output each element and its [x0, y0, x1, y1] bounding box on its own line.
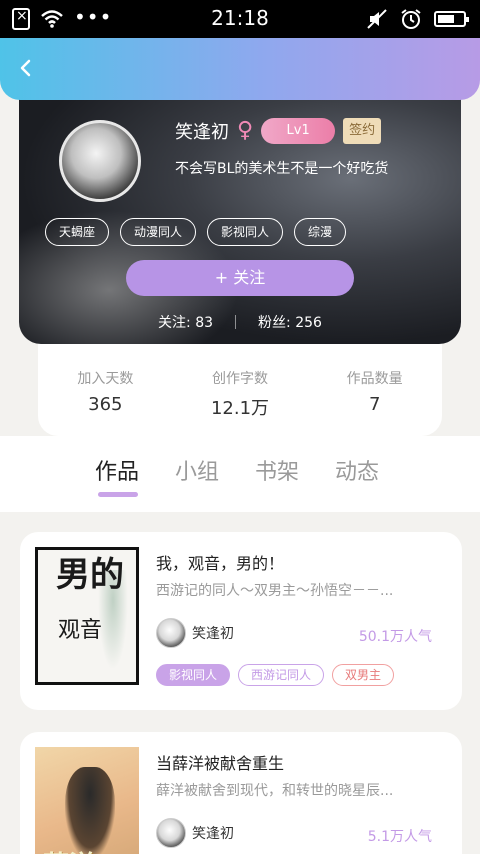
fans-stat[interactable]: 粉丝: 256	[258, 312, 322, 332]
alarm-icon	[401, 9, 421, 29]
author-avatar	[156, 618, 186, 648]
work-tags: 影视同人 西游记同人 双男主	[156, 664, 395, 686]
profile-tags: 天蝎座 动漫同人 影视同人 综漫	[45, 218, 347, 246]
stat-value: 365	[88, 394, 123, 415]
stats-card: 加入天数 365 创作字数 12.1万 作品数量 7	[38, 340, 442, 436]
stat-join-days: 加入天数 365	[38, 340, 173, 436]
avatar[interactable]	[59, 120, 141, 202]
profile-tag[interactable]: 影视同人	[207, 218, 284, 246]
work-title[interactable]: 我，观音，男的！	[156, 550, 284, 574]
level-badge: Lv1	[261, 118, 336, 144]
book-cover[interactable]: 薛洋	[35, 747, 139, 854]
work-tag[interactable]: 双男主	[332, 664, 395, 686]
work-popularity: 5.1万人气	[367, 829, 432, 845]
tab-activity[interactable]: 动态	[335, 454, 379, 486]
name-row: 笑逢初 ♀ Lv1 签约	[175, 118, 382, 144]
cover-title: 薛洋	[43, 845, 95, 854]
work-card[interactable]: 男的 观音 我，观音，男的！ 西游记的同人～双男主～孙悟空－－... 笑逢初 5…	[20, 532, 462, 710]
stat-word-count: 创作字数 12.1万	[173, 340, 308, 436]
active-tab-indicator	[98, 492, 138, 497]
work-title[interactable]: 当薛洋被献舍重生	[156, 750, 284, 774]
follow-counts: 关注: 83 粉丝: 256	[19, 312, 461, 332]
following-stat[interactable]: 关注: 83	[158, 312, 213, 332]
signed-badge: 签约	[343, 118, 382, 144]
tab-bookshelf[interactable]: 书架	[255, 454, 299, 486]
stat-label: 创作字数	[212, 371, 268, 387]
work-tag[interactable]: 西游记同人	[238, 664, 325, 686]
status-right-icons	[366, 8, 469, 30]
stat-value: 12.1万	[210, 398, 270, 419]
profile-tag[interactable]: 天蝎座	[45, 218, 110, 246]
user-name: 笑逢初	[175, 122, 229, 143]
book-cover[interactable]: 男的 观音	[35, 547, 139, 685]
fans-label: 粉丝:	[258, 315, 291, 331]
stat-works-count: 作品数量 7	[307, 340, 442, 436]
profile-card: 笑逢初 ♀ Lv1 签约 不会写BL的美术生不是一个好吃货 天蝎座 动漫同人 影…	[19, 90, 461, 344]
chevron-left-icon[interactable]	[14, 56, 38, 80]
work-author: 笑逢初	[156, 818, 234, 848]
follow-button[interactable]: + 关注	[126, 260, 354, 296]
fans-count: 256	[295, 315, 322, 331]
work-description: 薛洋被献舍到现代，和转世的晓星辰...	[156, 783, 394, 799]
battery-icon	[434, 11, 469, 27]
work-author: 笑逢初	[156, 618, 234, 648]
female-icon: ♀	[237, 118, 254, 143]
work-description: 西游记的同人～双男主～孙悟空－－...	[156, 583, 394, 599]
author-name: 笑逢初	[192, 626, 234, 642]
following-count: 83	[195, 315, 214, 331]
tabs-bar: 作品 小组 书架 动态	[0, 436, 480, 512]
work-tag[interactable]: 影视同人	[156, 664, 231, 686]
tab-works[interactable]: 作品	[95, 454, 139, 486]
work-popularity: 50.1万人气	[358, 629, 432, 645]
tab-groups[interactable]: 小组	[175, 454, 219, 486]
author-name: 笑逢初	[192, 826, 234, 842]
work-card[interactable]: 薛洋 当薛洋被献舍重生 薛洋被献舍到现代，和转世的晓星辰... 笑逢初 5.1万…	[20, 732, 462, 854]
stat-label: 加入天数	[77, 371, 134, 387]
cover-title: 男的	[56, 555, 124, 595]
tab-list: 作品 小组 书架 动态	[95, 454, 379, 486]
cover-figure	[65, 767, 115, 854]
header-bar	[0, 38, 480, 100]
profile-tag[interactable]: 动漫同人	[120, 218, 197, 246]
counts-divider	[235, 315, 237, 329]
stat-label: 作品数量	[346, 371, 403, 387]
profile-tag[interactable]: 综漫	[294, 218, 347, 246]
author-avatar	[156, 818, 186, 848]
cover-subtitle: 观音	[58, 618, 103, 643]
mute-icon	[367, 9, 387, 29]
user-bio: 不会写BL的美术生不是一个好吃货	[175, 161, 389, 177]
status-bar: ••• 21:18	[0, 0, 480, 38]
stat-value: 7	[368, 394, 381, 415]
following-label: 关注:	[158, 315, 191, 331]
